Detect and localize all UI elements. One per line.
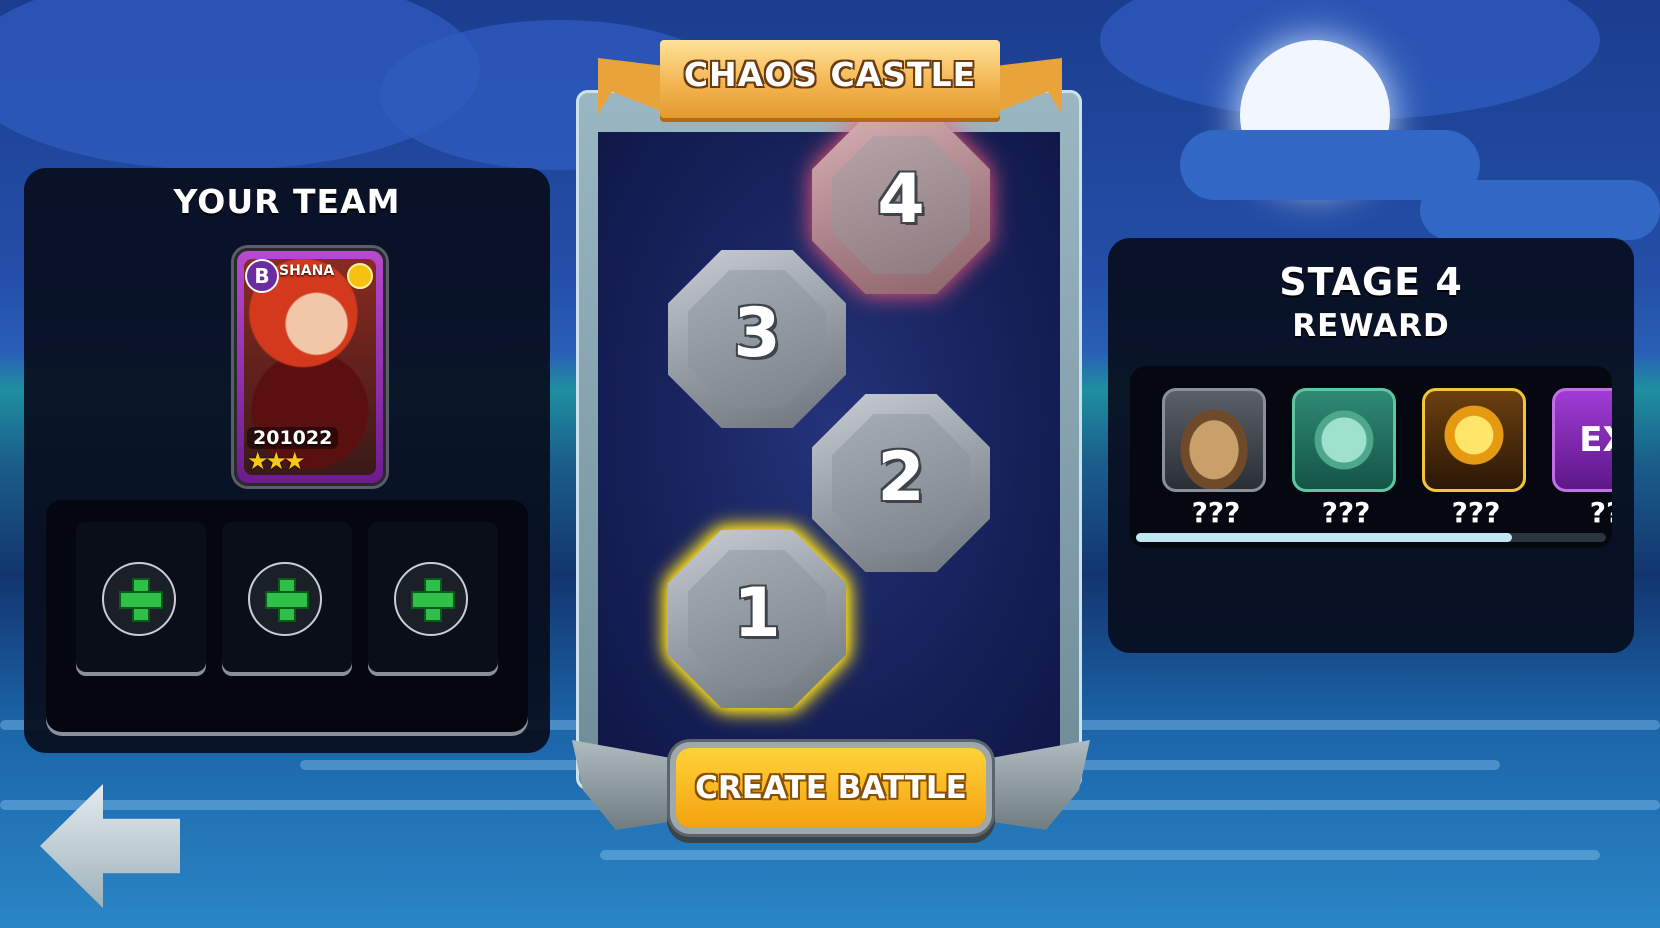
exp-icon-label: EX [1579,420,1612,460]
reward-item[interactable]: EX ?? [1552,388,1612,529]
team-slot-3[interactable] [368,522,498,672]
reward-qty: ??? [1191,496,1241,529]
stage-1-label: 1 [733,574,781,653]
clover-coin-icon [1292,388,1396,492]
reward-panel: STAGE 4 REWARD ??? ??? ??? EX ?? [1108,238,1634,653]
reward-qty: ?? [1589,496,1612,529]
add-icon[interactable] [394,562,468,636]
water-ripple [600,850,1600,860]
reward-item[interactable]: ??? [1162,388,1270,529]
castle-title: CHAOS CASTLE [683,55,977,94]
reward-qty: ??? [1321,496,1371,529]
stage-3-label: 3 [733,294,781,373]
reward-scroll-thumb[interactable] [1136,533,1512,542]
create-battle-button[interactable]: CREATE BATTLE [676,748,986,828]
treasure-chest-icon [1162,388,1266,492]
reward-list[interactable]: ??? ??? ??? EX ?? [1130,366,1612,548]
back-arrow-icon [40,784,180,908]
reward-item[interactable]: ??? [1422,388,1530,529]
castle-map: 4 3 2 1 [576,90,1082,810]
team-slot-1[interactable] [76,522,206,672]
reward-scrollbar[interactable] [1136,533,1606,542]
castle-banner: CHAOS CASTLE [598,40,1062,132]
hero-name: SHANA [279,263,335,279]
star-rating: ★★★ [247,447,306,475]
add-icon[interactable] [248,562,322,636]
exp-icon: EX [1552,388,1612,492]
stage-title: STAGE 4 [1279,260,1463,304]
reward-item[interactable]: ??? [1292,388,1400,529]
team-title: YOUR TEAM [173,182,401,221]
add-icon[interactable] [102,562,176,636]
gold-gem-icon [1422,388,1526,492]
stage-1-node[interactable]: 1 [668,530,846,708]
team-slot-2[interactable] [222,522,352,672]
background-cloud [1420,180,1660,240]
back-button[interactable] [40,784,180,908]
reward-qty: ??? [1451,496,1501,529]
team-panel: YOUR TEAM B SHANA 201022 ★★★ [24,168,550,753]
hero-id: 201022 [247,427,339,449]
stage-4-label: 4 [877,160,925,239]
stage-2-label: 2 [877,438,925,517]
coin-icon [347,263,373,289]
rarity-badge: B [245,259,279,293]
team-slots [46,500,528,732]
reward-subtitle: REWARD [1292,308,1450,344]
hero-card[interactable]: B SHANA 201022 ★★★ [234,248,386,486]
